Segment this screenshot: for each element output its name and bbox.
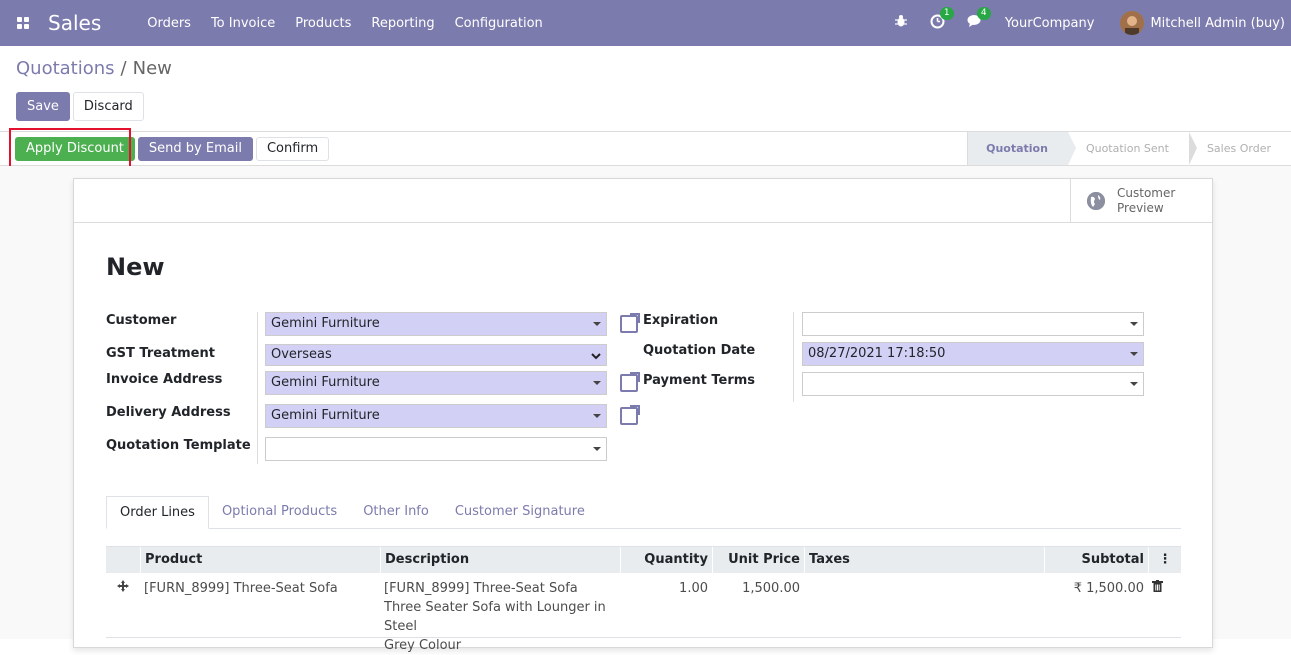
- customer-external-link-icon[interactable]: [620, 313, 640, 333]
- top-navbar: Sales Orders To Invoice Products Reporti…: [0, 0, 1291, 46]
- form-statusbar: Apply Discount Send by Email Confirm Quo…: [0, 131, 1291, 166]
- user-menu[interactable]: Mitchell Admin (buy): [1150, 16, 1285, 31]
- column-subtotal[interactable]: Subtotal: [1044, 547, 1148, 573]
- debug-bug-icon[interactable]: [894, 14, 908, 32]
- apps-menu-icon[interactable]: [0, 0, 46, 46]
- order-lines-header: Product Description Quantity Unit Price …: [106, 546, 1181, 573]
- tab-other-info[interactable]: Other Info: [350, 496, 442, 529]
- delivery-address-field[interactable]: Gemini Furniture: [265, 404, 607, 428]
- trash-icon[interactable]: [1148, 575, 1181, 637]
- quotation-template-field[interactable]: [265, 437, 607, 461]
- customer-preview-line2: Preview: [1117, 200, 1164, 215]
- customer-preview-button[interactable]: Customer Preview: [1070, 179, 1212, 223]
- stage-quotation[interactable]: Quotation: [967, 132, 1076, 165]
- user-avatar[interactable]: [1120, 11, 1145, 35]
- invoice-address-value: Gemini Furniture: [271, 375, 380, 390]
- drag-handle-icon[interactable]: [106, 575, 140, 637]
- delivery-address-label: Delivery Address: [106, 405, 231, 420]
- messages-chat-icon[interactable]: 4: [967, 7, 991, 32]
- chevron-down-icon: [591, 349, 601, 369]
- menu-configuration[interactable]: Configuration: [455, 16, 543, 31]
- row-unit-price: 1,500.00: [742, 581, 800, 596]
- column-description[interactable]: Description: [380, 547, 620, 573]
- stage-quotation-sent[interactable]: Quotation Sent: [1068, 132, 1197, 165]
- form-sheet: Customer Preview New Customer Gemini Fur…: [73, 178, 1213, 653]
- row-taxes: [804, 575, 1044, 637]
- row-description-line2: Three Seater Sofa with Lounger in Steel: [384, 600, 606, 634]
- breadcrumb-quotations-link[interactable]: Quotations: [16, 58, 115, 79]
- highlight-box: [9, 128, 131, 170]
- confirm-button[interactable]: Confirm: [255, 137, 330, 161]
- quotation-date-label: Quotation Date: [643, 343, 756, 358]
- payment-terms-label: Payment Terms: [643, 373, 756, 388]
- stage-quotation-label: Quotation: [986, 142, 1048, 155]
- delivery-external-link-icon[interactable]: [620, 405, 640, 425]
- discard-button[interactable]: Discard: [72, 92, 144, 121]
- app-name[interactable]: Sales: [48, 11, 101, 35]
- company-switcher[interactable]: YourCompany: [1005, 16, 1095, 31]
- breadcrumb-separator: /: [120, 58, 127, 79]
- payment-terms-field[interactable]: [802, 372, 1144, 396]
- gst-treatment-value: Overseas: [271, 347, 332, 362]
- row-quantity: 1.00: [679, 581, 708, 596]
- send-by-email-button[interactable]: Send by Email: [137, 137, 253, 161]
- messages-count-badge: 4: [976, 7, 991, 20]
- breadcrumb-current: New: [132, 58, 172, 79]
- globe-icon: [1087, 191, 1105, 210]
- tab-order-lines[interactable]: Order Lines: [106, 496, 209, 529]
- tab-customer-signature[interactable]: Customer Signature: [442, 496, 598, 529]
- breadcrumb: Quotations / New: [16, 58, 172, 79]
- expiration-label: Expiration: [643, 313, 719, 328]
- column-taxes[interactable]: Taxes: [804, 547, 1044, 573]
- invoice-external-link-icon[interactable]: [620, 372, 640, 392]
- customer-value: Gemini Furniture: [271, 316, 380, 331]
- expiration-field[interactable]: [802, 312, 1144, 336]
- record-title: New: [106, 253, 165, 281]
- table-row[interactable]: [FURN_8999] Three-Seat Sofa [FURN_8999] …: [106, 575, 1181, 653]
- stage-sales-order-label: Sales Order: [1206, 142, 1271, 155]
- stage-pipeline: Quotation Quotation Sent Sales Order: [967, 132, 1291, 165]
- menu-orders[interactable]: Orders: [147, 16, 191, 31]
- gst-treatment-select[interactable]: Overseas: [265, 344, 607, 366]
- quotation-date-value: 08/27/2021 17:18:50: [808, 346, 946, 361]
- row-description-line1: [FURN_8999] Three-Seat Sofa: [384, 581, 578, 596]
- column-unit-price[interactable]: Unit Price: [712, 547, 804, 573]
- menu-products[interactable]: Products: [295, 16, 351, 31]
- save-button[interactable]: Save: [16, 92, 70, 121]
- tab-optional-products[interactable]: Optional Products: [209, 496, 350, 529]
- activity-clock-icon[interactable]: 1: [930, 6, 954, 33]
- column-quantity[interactable]: Quantity: [620, 547, 712, 573]
- quotation-template-label: Quotation Template: [106, 438, 251, 453]
- row-subtotal: ₹ 1,500.00: [1073, 581, 1144, 596]
- stage-quotation-sent-label: Quotation Sent: [1085, 142, 1169, 155]
- customer-label: Customer: [106, 313, 177, 328]
- delivery-address-value: Gemini Furniture: [271, 408, 380, 423]
- form-buttons: Save Discard: [16, 92, 144, 121]
- row-product: [FURN_8999] Three-Seat Sofa: [144, 581, 338, 596]
- column-product[interactable]: Product: [140, 547, 380, 573]
- column-options-icon[interactable]: ⋮: [1148, 547, 1181, 573]
- menu-reporting[interactable]: Reporting: [371, 16, 434, 31]
- invoice-address-field[interactable]: Gemini Furniture: [265, 371, 607, 395]
- notebook-tabs: Order Lines Optional Products Other Info…: [106, 496, 1181, 529]
- customer-field[interactable]: Gemini Furniture: [265, 312, 607, 336]
- gst-treatment-label: GST Treatment: [106, 346, 215, 361]
- customer-preview-line1: Customer: [1117, 185, 1176, 200]
- row-description: [FURN_8999] Three-Seat Sofa Three Seater…: [380, 575, 620, 653]
- activity-count-badge: 1: [939, 6, 954, 20]
- quotation-date-field[interactable]: 08/27/2021 17:18:50: [802, 342, 1144, 366]
- invoice-address-label: Invoice Address: [106, 372, 223, 387]
- stage-sales-order[interactable]: Sales Order: [1189, 132, 1291, 165]
- menu-to-invoice[interactable]: To Invoice: [211, 16, 275, 31]
